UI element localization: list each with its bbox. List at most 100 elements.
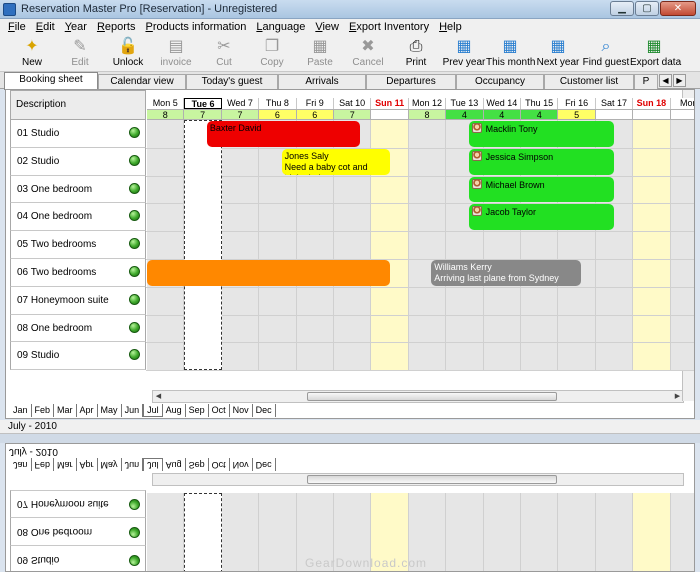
room-row[interactable]: 05 Two bedrooms xyxy=(10,231,146,259)
month-tab-dec[interactable]: Dec xyxy=(253,404,276,417)
close-icon[interactable]: ✕ xyxy=(660,1,696,16)
month-tab-feb[interactable]: Feb xyxy=(32,404,55,417)
room-row[interactable]: 03 One bedroom xyxy=(10,175,146,204)
month-tab-aug[interactable]: Aug xyxy=(163,404,186,417)
booking-bar[interactable]: Jacob Taylor xyxy=(468,204,615,231)
room-row[interactable]: 07 Honeymoon suite xyxy=(10,489,146,518)
tab-departures[interactable]: Departures xyxy=(366,74,456,89)
menu-export-inventory[interactable]: Export Inventory xyxy=(349,19,429,35)
tab-arrivals[interactable]: Arrivals xyxy=(278,74,366,89)
room-row[interactable]: 01 Studio xyxy=(10,120,146,148)
new-button[interactable]: ✦ New xyxy=(8,36,56,71)
day-header[interactable]: Thu 8 xyxy=(259,98,297,109)
menu-file[interactable]: File xyxy=(8,19,26,35)
day-header[interactable]: Fri 9 xyxy=(296,98,334,109)
cut-button[interactable]: ✂ Cut xyxy=(200,36,248,71)
month-tab-nov[interactable]: Nov xyxy=(230,404,253,417)
day-header[interactable]: Fri 16 xyxy=(558,98,596,109)
day-header[interactable]: Wed 7 xyxy=(221,98,260,109)
booking-bar[interactable]: Baxter David xyxy=(206,121,361,147)
menu-reports[interactable]: Reports xyxy=(97,19,136,35)
tab-occupancy[interactable]: Occupancy xyxy=(456,74,544,89)
tab-booking-sheet[interactable]: Booking sheet xyxy=(4,72,98,90)
menu-language[interactable]: Language xyxy=(256,19,305,35)
tab-customer-list[interactable]: Customer list xyxy=(544,74,634,89)
tab-scroll-right-icon[interactable]: ▶ xyxy=(673,74,686,87)
month-tab-may[interactable]: May xyxy=(97,458,122,471)
menu-products-information[interactable]: Products information xyxy=(145,19,246,35)
day-header[interactable]: Sat 17 xyxy=(595,98,634,109)
booking-bar[interactable] xyxy=(147,260,391,286)
print-button[interactable]: ⎙ Print xyxy=(392,36,440,71)
scroll-left-arrow-icon[interactable]: ◀ xyxy=(153,391,164,402)
day-header[interactable]: Mon 12 xyxy=(408,98,447,109)
month-tab-jul[interactable]: Jul xyxy=(143,458,163,471)
month-tab-feb[interactable]: Feb xyxy=(31,458,55,471)
horizontal-scrollbar[interactable] xyxy=(152,473,684,486)
this-month-button[interactable]: ▦ This month xyxy=(486,36,535,71)
minimize-icon[interactable]: ▁ xyxy=(610,1,634,16)
booking-bar[interactable]: Williams Kerry Arriving last plane from S… xyxy=(431,260,581,286)
scrollbar-thumb[interactable] xyxy=(307,475,557,484)
maximize-icon[interactable]: ▢ xyxy=(635,1,659,16)
booking-bar[interactable]: Jessica Simpson xyxy=(468,148,615,175)
booking-bar[interactable]: Macklin Tony xyxy=(468,121,615,147)
day-header[interactable]: Sun 11 xyxy=(371,98,409,109)
month-tab-jun[interactable]: Jun xyxy=(121,458,144,471)
paste-button[interactable]: ▦ Paste xyxy=(296,36,344,71)
room-row[interactable]: 09 Studio xyxy=(10,545,146,571)
menu-year[interactable]: Year xyxy=(65,19,87,35)
day-header[interactable]: Mon xyxy=(670,98,694,109)
month-tab-jun[interactable]: Jun xyxy=(122,404,144,417)
prev-year-button[interactable]: ▦ Prev year xyxy=(440,36,488,71)
scrollbar-thumb[interactable] xyxy=(307,392,557,401)
month-tab-may[interactable]: May xyxy=(98,404,122,417)
tab-calendar-view[interactable]: Calendar view xyxy=(98,74,186,89)
menu-edit[interactable]: Edit xyxy=(36,19,55,35)
day-header[interactable]: Wed 14 xyxy=(483,98,521,109)
cancel-button[interactable]: ✖ Cancel xyxy=(344,36,392,71)
invoice-button[interactable]: ▤ invoice xyxy=(152,36,200,71)
tab-today-s-guest[interactable]: Today's guest xyxy=(186,74,278,89)
tab-p[interactable]: P xyxy=(634,74,658,89)
month-tab-mar[interactable]: Mar xyxy=(54,404,77,417)
room-row[interactable]: 08 One bedroom xyxy=(10,314,146,343)
unlock-button[interactable]: 🔓 Unlock xyxy=(104,36,152,71)
month-tab-jan[interactable]: Jan xyxy=(10,404,32,417)
month-tab-oct[interactable]: Oct xyxy=(208,458,230,471)
month-tab-apr[interactable]: Apr xyxy=(77,404,98,417)
month-tab-nov[interactable]: Nov xyxy=(229,458,253,471)
day-header[interactable]: Tue 13 xyxy=(446,98,484,109)
booking-bar[interactable]: Michael Brown xyxy=(468,176,615,203)
copy-button[interactable]: ❐ Copy xyxy=(248,36,296,71)
room-row[interactable]: 09 Studio xyxy=(10,342,146,371)
month-tab-sep[interactable]: Sep xyxy=(185,458,209,471)
menu-view[interactable]: View xyxy=(315,19,339,35)
pane-splitter[interactable] xyxy=(0,434,700,443)
month-tab-jan[interactable]: Jan xyxy=(10,458,32,471)
next-year-button[interactable]: ▦ Next year xyxy=(534,36,582,71)
room-row[interactable]: 02 Studio xyxy=(10,147,146,176)
day-header[interactable]: Mon 5 xyxy=(147,98,185,109)
export-data-button[interactable]: ▦ Export data xyxy=(630,36,681,71)
room-row[interactable]: 06 Two bedrooms xyxy=(10,259,146,287)
find-guest-button[interactable]: ⌕ Find guest xyxy=(582,36,630,71)
month-tab-aug[interactable]: Aug xyxy=(162,458,186,471)
room-row[interactable]: 08 One bedroom xyxy=(10,517,146,546)
month-tab-oct[interactable]: Oct xyxy=(209,404,230,417)
menu-help[interactable]: Help xyxy=(439,19,462,35)
tab-scroll-left-icon[interactable]: ◀ xyxy=(659,74,672,87)
edit-button[interactable]: ✎ Edit xyxy=(56,36,104,71)
month-tab-sep[interactable]: Sep xyxy=(186,404,209,417)
month-tab-dec[interactable]: Dec xyxy=(252,458,276,471)
day-header[interactable]: Sun 18 xyxy=(633,98,671,109)
room-row[interactable]: 04 One bedroom xyxy=(10,203,146,232)
horizontal-scrollbar[interactable]: ◀ ▶ xyxy=(152,390,684,403)
day-header[interactable]: Sat 10 xyxy=(334,98,372,109)
booking-bar[interactable]: Jones SalyNeed a baby cot and high chair xyxy=(281,148,391,175)
month-tab-jul[interactable]: Jul xyxy=(143,404,163,417)
day-header[interactable]: Tue 6 xyxy=(184,98,222,109)
month-tab-apr[interactable]: Apr xyxy=(76,458,98,471)
room-row[interactable]: 07 Honeymoon suite xyxy=(10,286,146,315)
day-header[interactable]: Thu 15 xyxy=(521,98,559,109)
